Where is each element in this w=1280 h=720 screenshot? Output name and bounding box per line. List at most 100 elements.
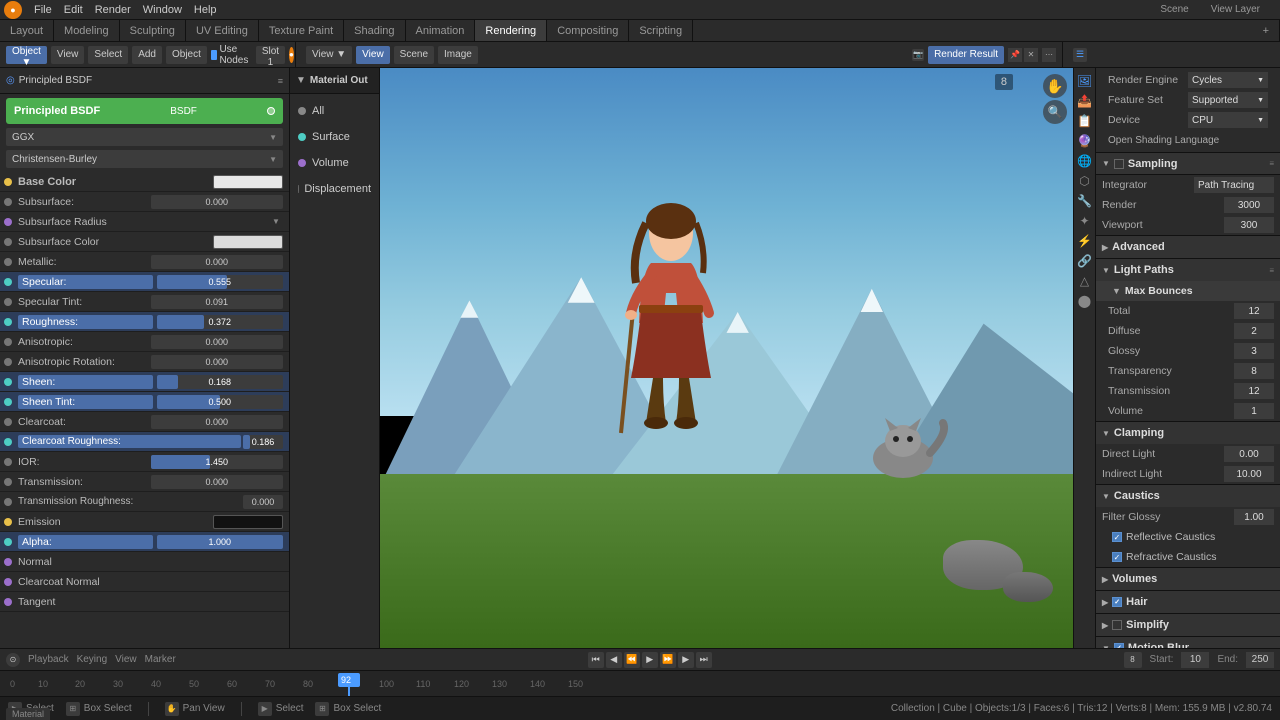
next-keyframe-btn[interactable]: ▶	[678, 652, 694, 668]
base-color-row[interactable]: Base Color	[0, 172, 289, 192]
clearcoat-slider[interactable]: 0.000	[151, 415, 284, 429]
transparency-input[interactable]: 8	[1234, 363, 1274, 379]
emission-swatch[interactable]	[213, 515, 283, 529]
roughness-row[interactable]: Roughness: 0.372	[0, 312, 289, 332]
subsurface-row[interactable]: Subsurface: 0.000	[0, 192, 289, 212]
sheen-slider[interactable]: 0.168	[157, 375, 284, 389]
transmission-bounces-input[interactable]: 12	[1234, 383, 1274, 399]
frame-type-icon[interactable]: ⊙	[6, 653, 20, 667]
indirect-light-input[interactable]: 10.00	[1224, 466, 1274, 482]
prev-frame-btn[interactable]: ⏪	[624, 652, 640, 668]
tangent-row[interactable]: Tangent	[0, 592, 289, 612]
viewport[interactable]: ✋ 🔍 8	[380, 68, 1073, 648]
marker-btn[interactable]: Marker	[145, 654, 176, 665]
subsurface-slider[interactable]: 0.000	[151, 195, 284, 209]
world-props-icon[interactable]: 🌐	[1076, 152, 1094, 170]
play-btn[interactable]: ▶	[642, 652, 658, 668]
sheen-tint-row[interactable]: Sheen Tint: 0.500	[0, 392, 289, 412]
motion-blur-cb[interactable]: ✓	[1114, 643, 1124, 648]
jump-start-btn[interactable]: ⏮	[588, 652, 604, 668]
tab-animation[interactable]: Animation	[406, 20, 476, 41]
viewport-scene-btn[interactable]: Scene	[394, 46, 434, 64]
clamping-header[interactable]: ▼ Clamping	[1096, 422, 1280, 444]
view-timeline-btn[interactable]: View	[115, 654, 137, 665]
direct-light-input[interactable]: 0.00	[1224, 446, 1274, 462]
roughness-slider[interactable]: 0.372	[157, 315, 284, 329]
render-result-btn[interactable]: Render Result	[928, 46, 1004, 64]
reflective-caustics-cb[interactable]: ✓	[1112, 532, 1122, 542]
box-select2-icon-btn[interactable]: ⊞	[315, 702, 329, 716]
filter-glossy-input[interactable]: 1.00	[1234, 509, 1274, 525]
integrator-select[interactable]: Path Tracing	[1194, 177, 1274, 193]
alpha-slider[interactable]: 1.000	[157, 535, 284, 549]
menu-help[interactable]: Help	[188, 4, 223, 16]
feature-set-select[interactable]: Supported ▼	[1188, 92, 1268, 108]
rr-extra-btn[interactable]: ⋯	[1042, 48, 1056, 62]
view-layer-props-icon[interactable]: 📋	[1076, 112, 1094, 130]
subsurface-dropdown[interactable]: Christensen-Burley ▼	[6, 150, 283, 168]
transmission-row[interactable]: Transmission: 0.000	[0, 472, 289, 492]
anisotropic-rotation-slider[interactable]: 0.000	[151, 355, 284, 369]
total-input[interactable]: 12	[1234, 303, 1274, 319]
sampling-cb[interactable]	[1114, 159, 1124, 169]
jump-end-btn[interactable]: ⏭	[696, 652, 712, 668]
simplify-header[interactable]: ▶ Simplify	[1096, 614, 1280, 636]
props-filter-icon[interactable]: ☰	[1073, 48, 1087, 62]
device-select[interactable]: CPU ▼	[1188, 112, 1268, 128]
render-props-icon[interactable]: 🖼	[1076, 72, 1094, 90]
hair-cb[interactable]: ✓	[1112, 597, 1122, 607]
transmission-slider[interactable]: 0.000	[151, 475, 284, 489]
rr-close-btn[interactable]: ✕	[1024, 48, 1038, 62]
timeline-ruler[interactable]: 0 10 20 30 40 50 60 70 80 90 100 110 120…	[0, 671, 1280, 696]
base-color-swatch[interactable]	[213, 175, 283, 189]
volumes-header[interactable]: ▶ Volumes	[1096, 568, 1280, 590]
anisotropic-row[interactable]: Anisotropic: 0.000	[0, 332, 289, 352]
simplify-cb[interactable]	[1112, 620, 1122, 630]
slot-btn[interactable]: Slot 1	[256, 46, 285, 64]
tab-compositing[interactable]: Compositing	[547, 20, 629, 41]
refractive-caustics-cb[interactable]: ✓	[1112, 552, 1122, 562]
viewport-gizmo[interactable]: ✋	[1043, 74, 1067, 98]
subsurface-color-swatch[interactable]	[213, 235, 283, 249]
clearcoat-normal-row[interactable]: Clearcoat Normal	[0, 572, 289, 592]
menu-window[interactable]: Window	[137, 4, 188, 16]
tab-scripting[interactable]: Scripting	[629, 20, 693, 41]
emission-row[interactable]: Emission	[0, 512, 289, 532]
start-frame-input[interactable]: 10	[1181, 652, 1209, 668]
menu-edit[interactable]: Edit	[58, 4, 89, 16]
tab-add[interactable]: +	[1253, 20, 1280, 41]
ior-row[interactable]: IOR: 1.450	[0, 452, 289, 472]
select2-icon-btn[interactable]: ▶	[258, 702, 272, 716]
add-btn[interactable]: Add	[132, 46, 162, 64]
viewport-view-btn[interactable]: View ▼	[306, 46, 352, 64]
metallic-row[interactable]: Metallic: 0.000	[0, 252, 289, 272]
specular-row[interactable]: Specular: 0.555	[0, 272, 289, 292]
render-samples-input[interactable]: 3000	[1224, 197, 1274, 213]
alpha-row[interactable]: Alpha: 1.000	[0, 532, 289, 552]
connector-surface[interactable]: Surface	[290, 124, 379, 150]
transmission-roughness-row[interactable]: Transmission Roughness: 0.000	[0, 492, 289, 512]
viewport-samples-input[interactable]: 300	[1224, 217, 1274, 233]
metallic-slider[interactable]: 0.000	[151, 255, 284, 269]
material-props-icon[interactable]: ⬤	[1076, 292, 1094, 310]
diffuse-input[interactable]: 2	[1234, 323, 1274, 339]
connector-volume[interactable]: Volume	[290, 150, 379, 176]
caustics-header[interactable]: ▼ Caustics	[1096, 485, 1280, 507]
volume-bounces-input[interactable]: 1	[1234, 403, 1274, 419]
light-paths-header[interactable]: ▼ Light Paths ≡	[1096, 259, 1280, 281]
connector-displacement[interactable]: Displacement	[290, 176, 379, 202]
pan-icon-btn[interactable]: ✋	[165, 702, 179, 716]
frame-indicator[interactable]: 8	[1124, 652, 1142, 668]
tab-rendering[interactable]: Rendering	[475, 20, 547, 41]
select-btn[interactable]: Select	[88, 46, 128, 64]
viewport-zoom-icon[interactable]: 🔍	[1043, 100, 1067, 124]
use-nodes-checkbox[interactable]	[211, 50, 218, 60]
constraint-props-icon[interactable]: 🔗	[1076, 252, 1094, 270]
glossy-input[interactable]: 3	[1234, 343, 1274, 359]
normal-row[interactable]: Normal	[0, 552, 289, 572]
clearcoat-row[interactable]: Clearcoat: 0.000	[0, 412, 289, 432]
specular-tint-slider[interactable]: 0.091	[151, 295, 284, 309]
data-props-icon[interactable]: △	[1076, 272, 1094, 290]
ior-slider[interactable]: 1.450	[151, 455, 284, 469]
tab-uv-editing[interactable]: UV Editing	[186, 20, 259, 41]
